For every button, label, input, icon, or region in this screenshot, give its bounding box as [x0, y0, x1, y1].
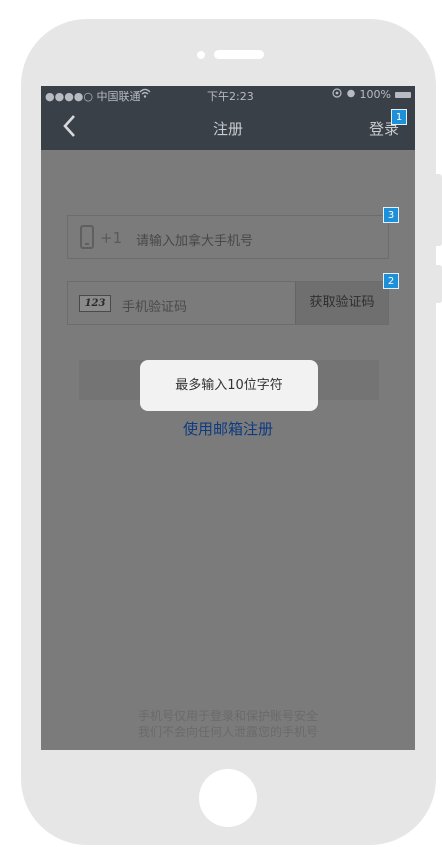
- email-register-link[interactable]: 使用邮箱注册: [41, 418, 415, 439]
- privacy-note-line-2: 我们不会向任何人泄露您的手机号: [137, 725, 318, 739]
- alarm-icon: [346, 88, 356, 101]
- battery-percent: 100%: [359, 88, 391, 101]
- code-icon: 123: [79, 295, 111, 312]
- home-button[interactable]: [199, 769, 257, 827]
- status-right: 100%: [331, 88, 411, 101]
- power-button: [436, 265, 442, 303]
- app-screen: ●●●●○ 中国联通 下午2:23 100% 注册 登录 1 +1 请输入加拿大…: [41, 86, 415, 750]
- clock: 下午2:23: [207, 90, 254, 103]
- annotation-badge-3: 3: [383, 207, 399, 223]
- page-title: 注册: [212, 120, 243, 138]
- toast-message: 最多输入10位字符: [140, 360, 318, 411]
- phone-number-field[interactable]: +1 请输入加拿大手机号: [67, 215, 389, 259]
- lock-rotation-icon: [331, 88, 342, 101]
- mobile-phone-icon: [80, 225, 94, 249]
- get-code-button[interactable]: 获取验证码: [295, 282, 388, 324]
- wifi-icon: [139, 88, 151, 101]
- status-bar: ●●●●○ 中国联通 下午2:23 100%: [41, 86, 415, 104]
- annotation-badge-2: 2: [383, 273, 399, 289]
- nav-bar: 注册 登录 1: [41, 104, 415, 150]
- carrier-label: ●●●●○ 中国联通: [45, 90, 141, 103]
- annotation-badge-1: 1: [391, 109, 407, 125]
- verification-code-input[interactable]: 手机验证码: [122, 296, 187, 315]
- country-code[interactable]: +1: [100, 229, 122, 247]
- verification-code-field: 123 手机验证码 获取验证码: [67, 281, 389, 325]
- privacy-note: 手机号仅用于登录和保护账号安全 我们不会向任何人泄露您的手机号: [41, 708, 415, 740]
- speaker-grille: [214, 50, 264, 59]
- camera-dot: [197, 51, 205, 59]
- volume-button: [436, 174, 442, 246]
- privacy-note-line-1: 手机号仅用于登录和保护账号安全: [137, 709, 318, 723]
- phone-input[interactable]: 请输入加拿大手机号: [136, 230, 253, 249]
- battery-icon: [395, 91, 411, 98]
